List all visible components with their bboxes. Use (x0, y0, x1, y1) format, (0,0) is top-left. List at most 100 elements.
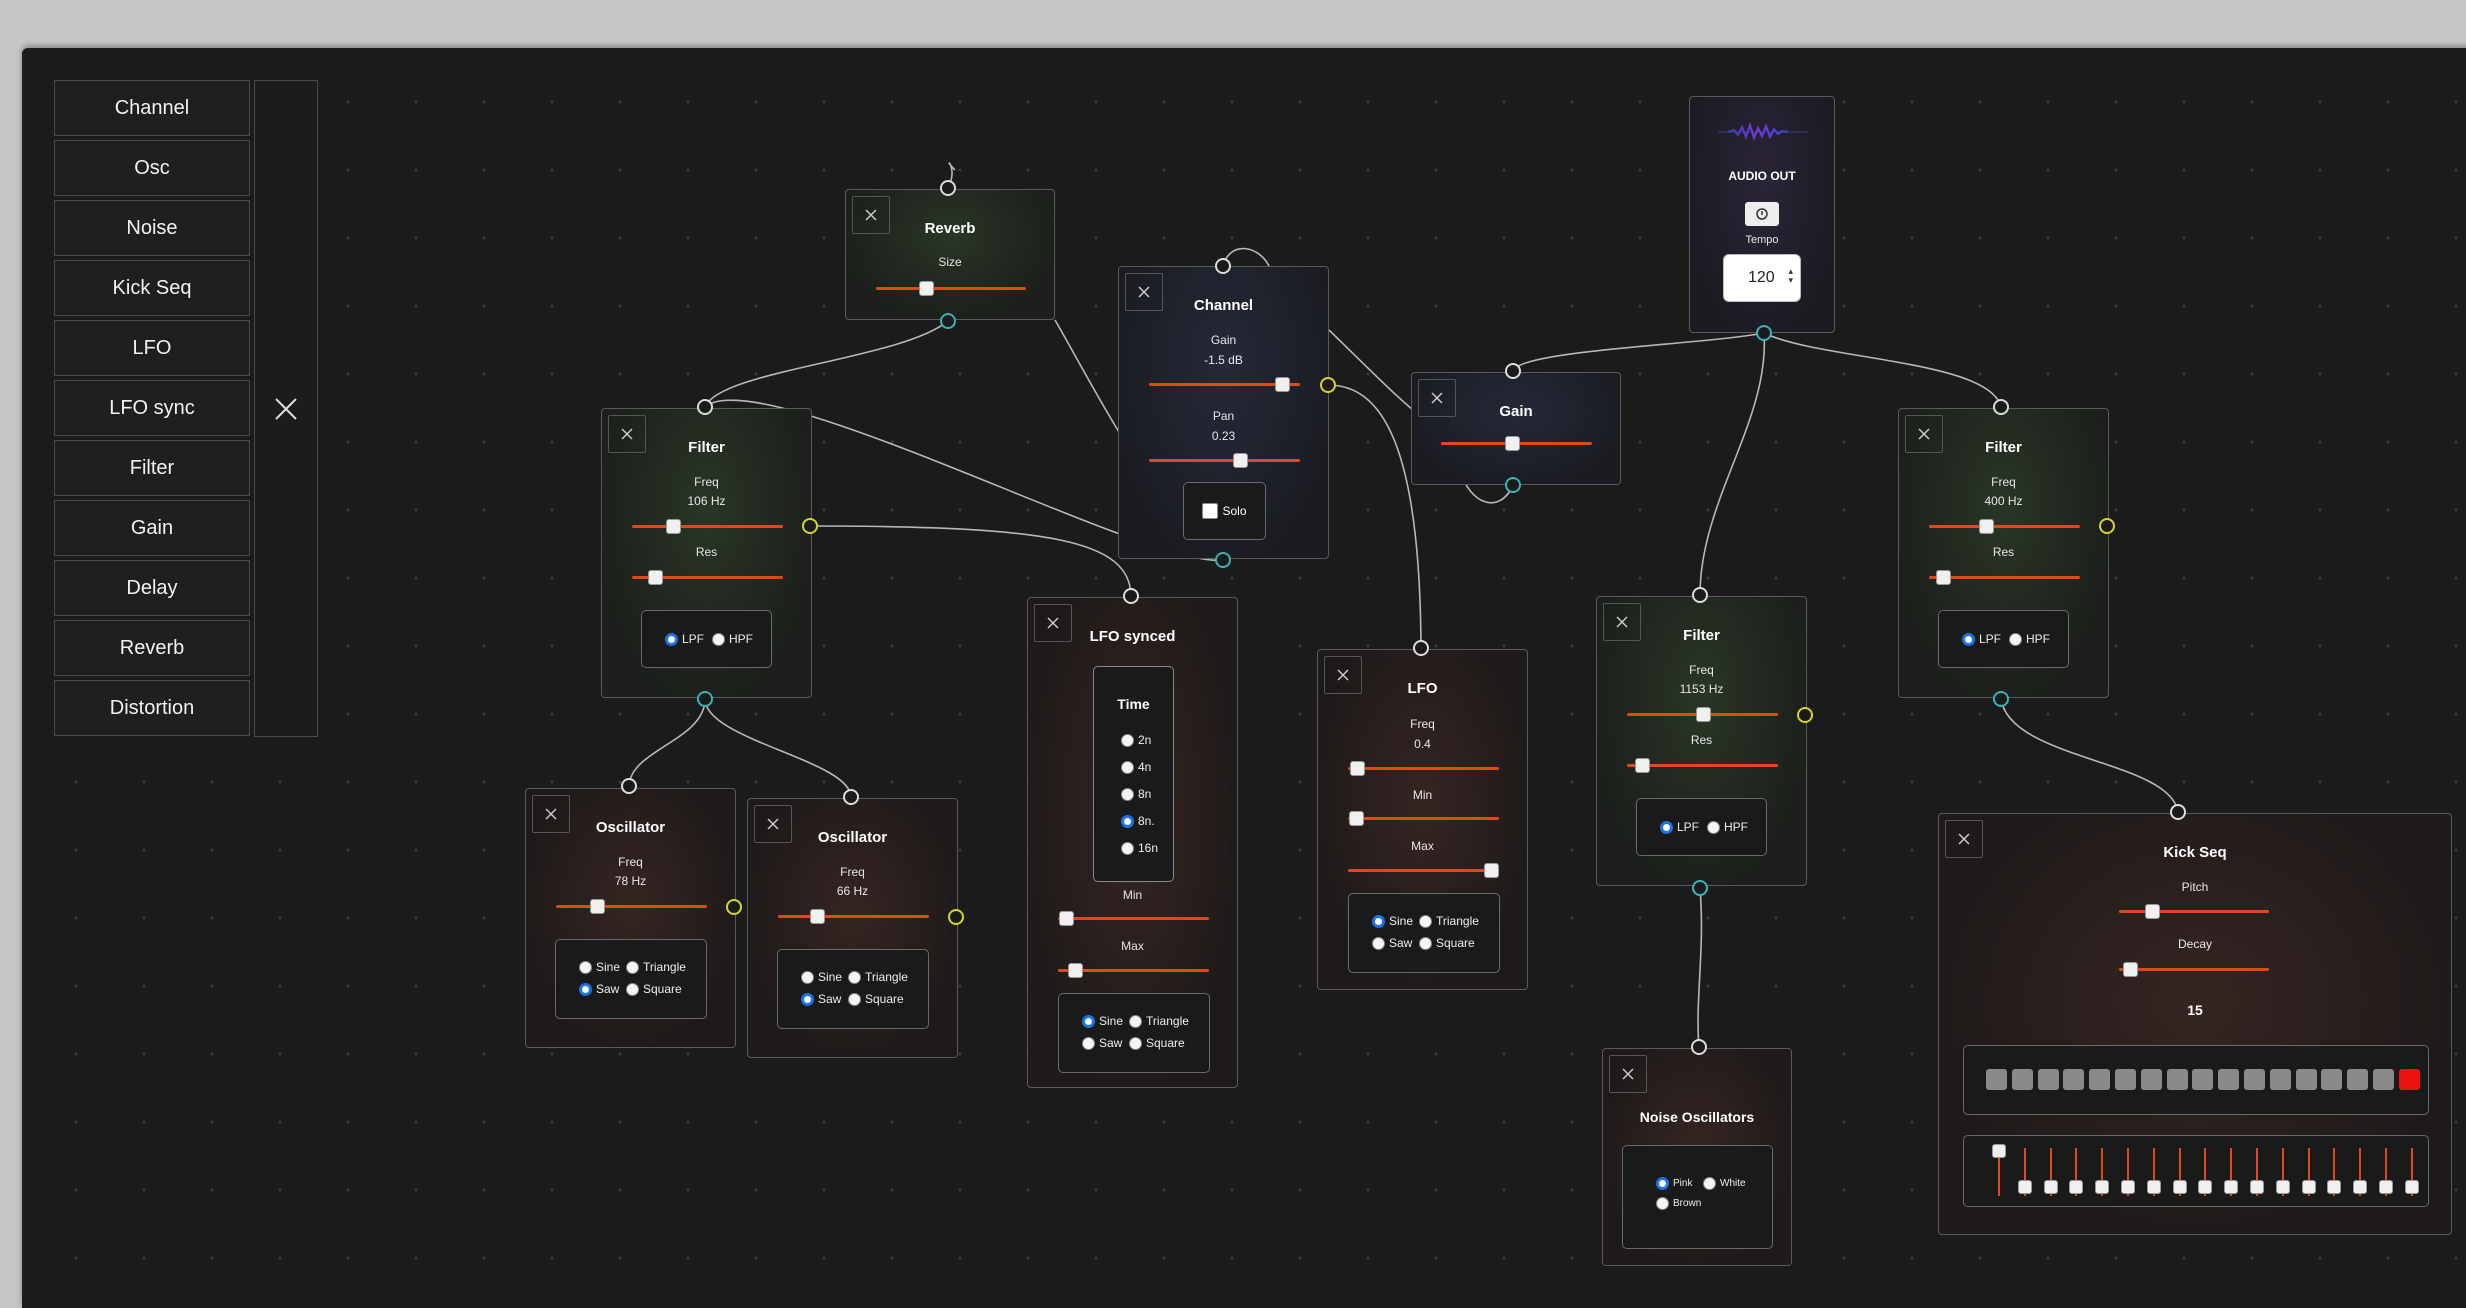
filter-mod-port[interactable] (1797, 707, 1813, 723)
channel-output-port[interactable] (1320, 377, 1336, 393)
step-button[interactable] (1986, 1069, 2007, 1090)
palette-item-gain[interactable]: Gain (54, 500, 250, 556)
filter-node[interactable]: Filter Freq 1153 Hz Res LPF HPF (1596, 596, 1807, 886)
wave-radio-sine[interactable]: Sine (1082, 1014, 1123, 1028)
velocity-slider[interactable] (2223, 1144, 2239, 1200)
res-slider[interactable] (1929, 569, 2080, 587)
oscillator-node[interactable]: Oscillator Freq 66 Hz Sine Triangle Saw … (747, 798, 958, 1058)
step-button[interactable] (2321, 1069, 2343, 1090)
velocity-slider[interactable] (2249, 1144, 2265, 1200)
close-icon[interactable] (274, 397, 298, 421)
velocity-slider[interactable] (2275, 1144, 2291, 1200)
velocity-slider[interactable] (2094, 1144, 2110, 1200)
velocity-slider[interactable] (2146, 1144, 2162, 1200)
velocity-slider[interactable] (2352, 1144, 2368, 1200)
min-slider[interactable] (1058, 910, 1209, 928)
gain-node[interactable]: Gain (1411, 372, 1621, 485)
freq-slider[interactable] (1929, 518, 2080, 536)
velocity-slider[interactable] (2017, 1144, 2033, 1200)
wave-radio-triangle[interactable]: Triangle (626, 960, 686, 974)
palette-item-noise[interactable]: Noise (54, 200, 250, 256)
velocity-slider[interactable] (2068, 1144, 2084, 1200)
reverb-output-port[interactable] (940, 313, 956, 329)
max-slider[interactable] (1348, 862, 1500, 880)
res-slider[interactable] (1627, 757, 1778, 775)
palette-item-osc[interactable]: Osc (54, 140, 250, 196)
audio-out-node[interactable]: AUDIO OUT Tempo 120 ▴ ▾ (1689, 96, 1835, 333)
wave-radio-saw[interactable]: Saw (1372, 936, 1412, 950)
freq-slider[interactable] (778, 908, 929, 926)
noise-output-port[interactable] (1691, 1039, 1707, 1055)
kick-seq-node[interactable]: Kick Seq Pitch Decay 15 (1938, 813, 2452, 1235)
filter-node[interactable]: Filter Freq 400 Hz Res LPF HPF (1898, 408, 2109, 698)
velocity-slider[interactable] (2197, 1144, 2213, 1200)
filter-output-port[interactable] (1993, 691, 2009, 707)
palette-item-channel[interactable]: Channel (54, 80, 250, 136)
step-button[interactable] (2037, 1069, 2059, 1090)
step-button[interactable] (2140, 1069, 2162, 1090)
lpf-radio[interactable]: LPF (665, 632, 704, 646)
wave-radio-triangle[interactable]: Triangle (848, 970, 908, 984)
oscillator-mod-port[interactable] (726, 899, 742, 915)
step-button[interactable] (2295, 1069, 2317, 1090)
audio-out-port[interactable] (1756, 325, 1772, 341)
step-button[interactable] (2063, 1069, 2085, 1090)
noise-radio-brown[interactable]: Brown (1656, 1197, 1701, 1210)
filter-input-port[interactable] (697, 399, 713, 415)
time-radio-4n[interactable]: 4n (1121, 760, 1151, 774)
step-button[interactable] (2398, 1069, 2420, 1090)
hpf-radio[interactable]: HPF (712, 632, 753, 646)
noise-node[interactable]: Noise Oscillators Pink White Brown (1602, 1048, 1792, 1266)
wave-radio-sine[interactable]: Sine (1372, 914, 1413, 928)
palette-item-filter[interactable]: Filter (54, 440, 250, 496)
wave-radio-square[interactable]: Square (1129, 1036, 1185, 1050)
gain-input-port[interactable] (1505, 363, 1521, 379)
wave-radio-saw[interactable]: Saw (801, 992, 841, 1006)
channel-node[interactable]: Channel Gain -1.5 dB Pan 0.23 Solo (1118, 266, 1329, 559)
wave-radio-saw[interactable]: Saw (579, 982, 619, 996)
freq-slider[interactable] (556, 898, 707, 916)
reverb-node[interactable]: Reverb Size (845, 189, 1055, 320)
step-button[interactable] (2089, 1069, 2111, 1090)
oscillator-output-port[interactable] (843, 789, 859, 805)
power-button[interactable] (1745, 202, 1779, 226)
close-button[interactable] (1609, 1055, 1647, 1093)
wave-radio-square[interactable]: Square (626, 982, 682, 996)
pan-slider[interactable] (1149, 452, 1300, 470)
velocity-slider[interactable] (1991, 1144, 2007, 1200)
noise-radio-white[interactable]: White (1703, 1177, 1746, 1190)
hpf-radio[interactable]: HPF (1707, 820, 1748, 834)
gain-output-port[interactable] (1505, 477, 1521, 493)
min-slider[interactable] (1348, 810, 1499, 828)
step-button[interactable] (2115, 1069, 2136, 1090)
kick-seq-output-port[interactable] (2170, 804, 2186, 820)
noise-radio-pink[interactable]: Pink (1656, 1177, 1692, 1190)
freq-slider[interactable] (1627, 706, 1778, 724)
palette-item-lfo-sync[interactable]: LFO sync (54, 380, 250, 436)
wave-radio-saw[interactable]: Saw (1082, 1036, 1122, 1050)
velocity-slider[interactable] (2120, 1144, 2136, 1200)
max-slider[interactable] (1058, 962, 1209, 980)
filter-input-port[interactable] (1692, 587, 1708, 603)
gain-slider[interactable] (1441, 435, 1592, 453)
res-slider[interactable] (632, 569, 783, 587)
wave-radio-square[interactable]: Square (848, 992, 904, 1006)
palette-item-reverb[interactable]: Reverb (54, 620, 250, 676)
wave-radio-square[interactable]: Square (1419, 936, 1475, 950)
step-button[interactable] (2347, 1069, 2369, 1090)
freq-slider[interactable] (1348, 760, 1499, 778)
wave-radio-sine[interactable]: Sine (579, 960, 620, 974)
lfo-output-port[interactable] (1413, 640, 1429, 656)
oscillator-output-port[interactable] (621, 778, 637, 794)
wave-radio-sine[interactable]: Sine (801, 970, 842, 984)
wave-radio-triangle[interactable]: Triangle (1419, 914, 1479, 928)
time-radio-16n[interactable]: 16n (1121, 841, 1158, 855)
step-button[interactable] (2166, 1069, 2188, 1090)
channel-input-port[interactable] (1215, 258, 1231, 274)
decay-slider[interactable] (2119, 961, 2269, 979)
hpf-radio[interactable]: HPF (2009, 632, 2050, 646)
oscillator-mod-port[interactable] (948, 909, 964, 925)
lpf-radio[interactable]: LPF (1962, 632, 2001, 646)
channel-send-port[interactable] (1215, 552, 1231, 568)
step-button[interactable] (2269, 1069, 2291, 1090)
